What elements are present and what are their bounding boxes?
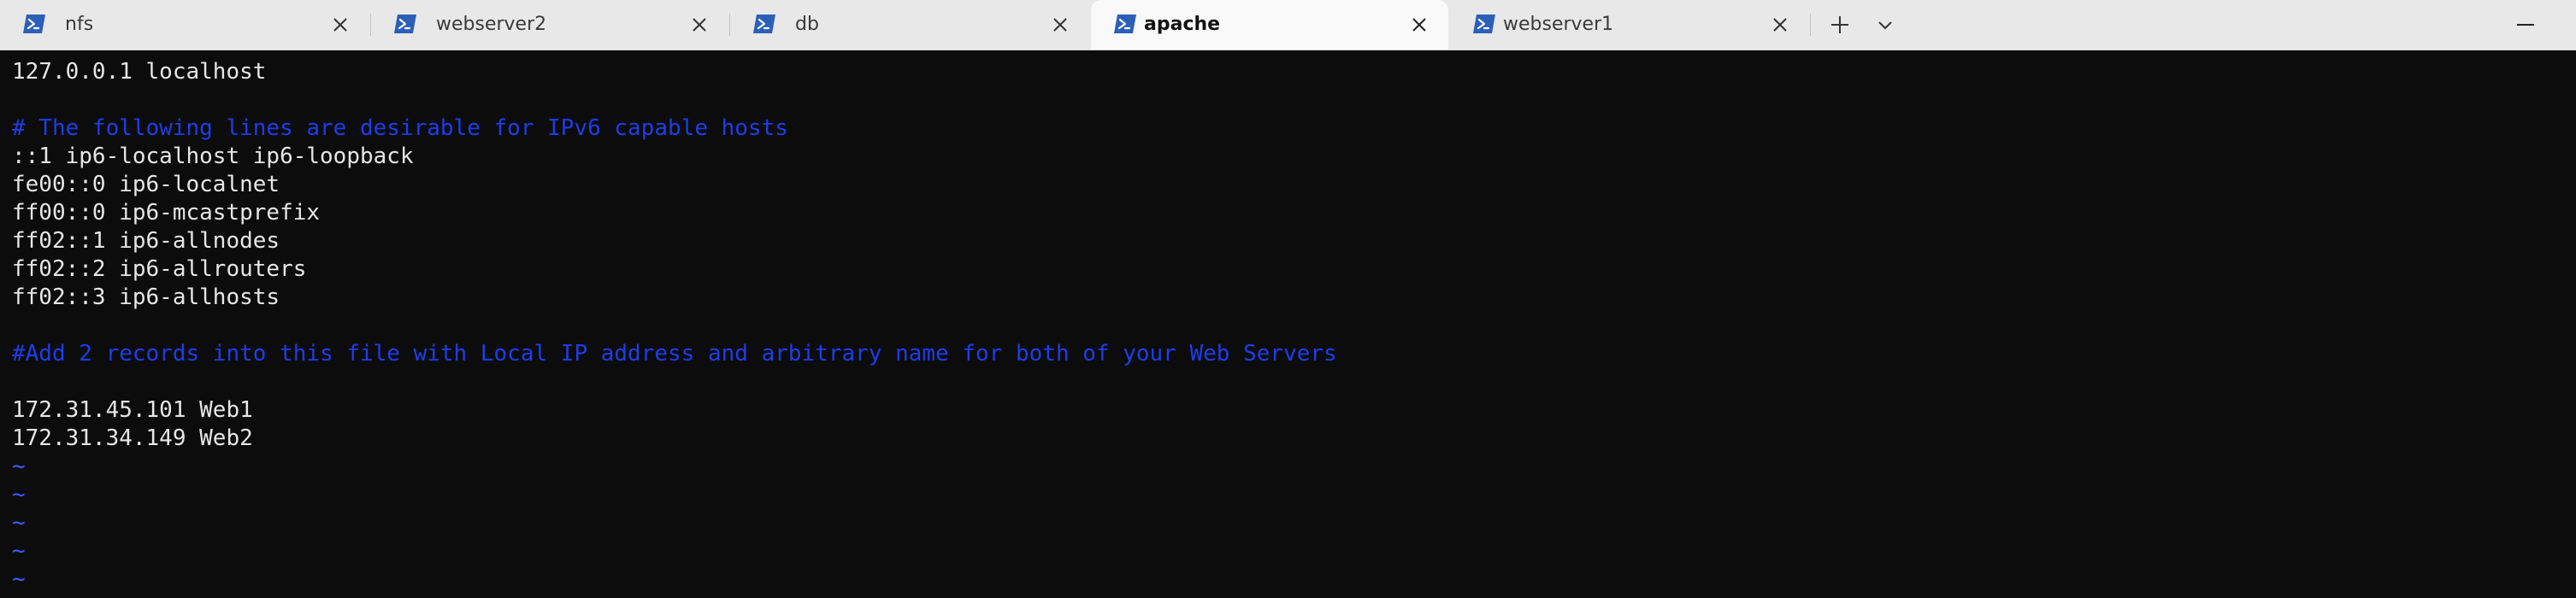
close-icon[interactable] xyxy=(1771,16,1789,33)
powershell-icon xyxy=(753,15,775,33)
close-icon[interactable] xyxy=(332,16,349,33)
terminal-line: ff02::2 ip6-allrouters xyxy=(12,256,307,282)
minimize-icon[interactable] xyxy=(2507,12,2544,38)
terminal-line: fe00::0 ip6-localnet xyxy=(12,172,280,197)
close-icon[interactable] xyxy=(691,16,708,33)
plus-icon[interactable] xyxy=(1824,12,1855,38)
powershell-icon xyxy=(394,15,416,33)
tab-label: nfs xyxy=(65,14,94,35)
powershell-icon xyxy=(1114,15,1136,33)
tab-label: webserver2 xyxy=(436,14,547,35)
terminal-comment-line: #Add 2 records into this file with Local… xyxy=(12,341,1337,366)
vim-empty-line-marker: ~ xyxy=(12,510,26,536)
vim-empty-line-marker: ~ xyxy=(12,482,26,507)
terminal-line: ff00::0 ip6-mcastprefix xyxy=(12,200,321,226)
tab-db[interactable]: db xyxy=(730,0,1089,50)
tab-nfs[interactable]: nfs xyxy=(0,0,369,50)
terminal-line: 172.31.45.101 Web1 xyxy=(12,397,253,423)
terminal-line: 127.0.0.1 localhost xyxy=(12,59,267,85)
vim-empty-line-marker: ~ xyxy=(12,454,26,479)
tab-divider xyxy=(1810,14,1811,36)
tab-bar: nfs webserver2 db apache webserver1 xyxy=(0,0,2576,50)
vim-empty-line-marker: ~ xyxy=(12,538,26,564)
tab-label: apache xyxy=(1144,14,1221,35)
tab-apache[interactable]: apache xyxy=(1091,0,1448,50)
tab-webserver1[interactable]: webserver1 xyxy=(1450,0,1809,50)
chevron-down-icon[interactable] xyxy=(1871,12,1900,38)
terminal-output[interactable]: 127.0.0.1 localhost # The following line… xyxy=(0,50,2576,598)
terminal-line: ff02::1 ip6-allnodes xyxy=(12,228,280,254)
vim-empty-line-marker: ~ xyxy=(12,566,26,592)
powershell-icon xyxy=(23,15,45,33)
powershell-icon xyxy=(1473,15,1495,33)
terminal-line: ::1 ip6-localhost ip6-loopback xyxy=(12,144,414,169)
tab-webserver2[interactable]: webserver2 xyxy=(371,0,728,50)
close-icon[interactable] xyxy=(1411,16,1428,33)
close-icon[interactable] xyxy=(1052,16,1069,33)
terminal-line: ff02::3 ip6-allhosts xyxy=(12,284,280,310)
tab-label: db xyxy=(795,14,819,35)
terminal-line: 172.31.34.149 Web2 xyxy=(12,425,253,451)
terminal-comment-line: # The following lines are desirable for … xyxy=(12,115,788,141)
tab-label: webserver1 xyxy=(1503,14,1614,35)
